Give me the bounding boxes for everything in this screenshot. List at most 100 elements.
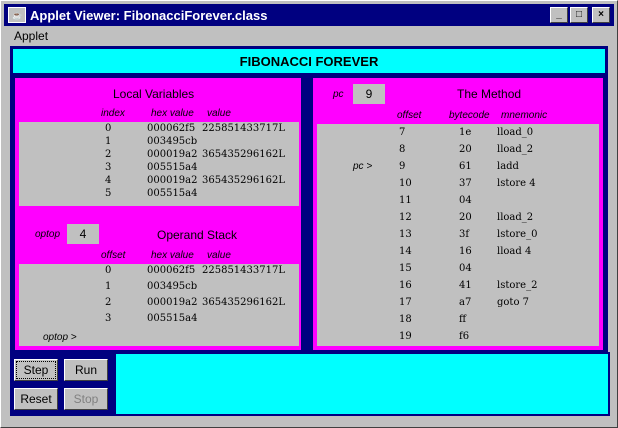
method-bytecode: ff [459, 314, 467, 325]
method-offset: 15 [399, 263, 412, 274]
stop-button[interactable]: Stop [64, 388, 108, 410]
os-offset: 3 [105, 313, 112, 324]
local-variables-table: 0 000062f5 225851433717L 1 003495cb 2 000019a2… [19, 122, 299, 206]
lv-value: 225851433717L [202, 123, 285, 134]
method-mnemonic: lstore_0 [497, 229, 538, 240]
button-area: Step Run Reset Stop [10, 354, 110, 414]
method-row: 17 a7 goto 7 [317, 294, 599, 311]
method-row: 18 ff [317, 311, 599, 328]
method-mnemonic: lload_0 [497, 127, 534, 138]
close-button[interactable]: × [592, 7, 610, 23]
os-hex: 000062f5 [147, 265, 196, 276]
os-row: 0 000062f5 225851433717L [19, 264, 299, 280]
java-applet-icon[interactable]: ☕ [8, 7, 26, 23]
method-bytecode: a7 [459, 297, 472, 308]
os-row: 3 005515a4 [19, 312, 299, 328]
os-header-offset: offset [101, 250, 126, 261]
method-offset: 17 [399, 297, 412, 308]
os-value: 365435296162L [202, 297, 285, 308]
method-mnemonic: lload_2 [497, 144, 534, 155]
os-value: 225851433717L [202, 265, 285, 276]
method-mnemonic: goto 7 [497, 297, 530, 308]
lv-hex: 005515a4 [147, 162, 198, 173]
lv-hex: 000062f5 [147, 123, 196, 134]
panel-divider [304, 78, 310, 350]
method-bytecode: f6 [459, 331, 470, 342]
lv-row: 2 000019a2 365435296162L [19, 148, 299, 161]
method-row: 14 16 lload 4 [317, 243, 599, 260]
method-header-mnemonic: mnemonic [501, 110, 548, 121]
method-panel: pc 9 The Method offset bytecode mnemonic… [313, 78, 603, 350]
method-mnemonic: ladd [497, 161, 519, 172]
method-row: 12 20 lload_2 [317, 209, 599, 226]
method-offset: 11 [399, 195, 412, 206]
os-row: 1 003495cb [19, 280, 299, 296]
lv-index: 4 [105, 175, 112, 186]
method-row: 8 20 lload_2 [317, 141, 599, 158]
method-offset: 8 [399, 144, 406, 155]
method-row: 11 04 [317, 192, 599, 209]
method-mnemonic: lload_2 [497, 212, 534, 223]
method-bytecode: 37 [459, 178, 472, 189]
method-mnemonic: lstore 4 [497, 178, 536, 189]
lv-index: 5 [105, 188, 112, 199]
left-panel: Local Variables index hex value value 00… [15, 78, 301, 350]
method-row: 19 f6 [317, 328, 599, 345]
optop-label: optop [35, 229, 61, 240]
method-offset: 10 [399, 178, 412, 189]
lv-row: 1 003495cb [19, 135, 299, 148]
lv-hex: 003495cb [147, 136, 198, 147]
method-row: 10 37 lstore 4 [317, 175, 599, 192]
pc-pointer: pc > [353, 161, 373, 172]
lv-value: 365435296162L [202, 149, 285, 160]
lv-hex: 000019a2 [147, 175, 198, 186]
method-bytecode: 1e [459, 127, 472, 138]
pc-value: 9 [353, 84, 385, 104]
minimize-button[interactable]: _ [550, 7, 568, 23]
method-bytecode: 61 [459, 161, 472, 172]
method-offset: 19 [399, 331, 412, 342]
method-offset: 7 [399, 127, 406, 138]
lv-row: 4 000019a2 365435296162L [19, 174, 299, 187]
os-hex: 003495cb [147, 281, 198, 292]
maximize-button[interactable]: □ [570, 7, 588, 23]
operand-stack-title: Operand Stack [157, 228, 238, 242]
method-mnemonic: lload 4 [497, 246, 532, 257]
os-offset: 2 [105, 297, 112, 308]
method-header-offset: offset [397, 110, 422, 121]
title-bar[interactable]: ☕ Applet Viewer: FibonacciForever.class … [4, 4, 614, 26]
banner-title: FIBONACCI FOREVER [13, 49, 605, 73]
method-row: 16 41 lstore_2 [317, 277, 599, 294]
pc-label: pc [333, 89, 344, 100]
method-row: 13 3f lstore_0 [317, 226, 599, 243]
method-row: 15 04 [317, 260, 599, 277]
lv-index: 1 [105, 136, 112, 147]
window-controls: _ □ × [550, 7, 610, 23]
optop-pointer: optop > [43, 332, 77, 343]
method-bytecode: 20 [459, 144, 472, 155]
method-header-bytecode: bytecode [449, 110, 490, 121]
os-hex: 000019a2 [147, 297, 198, 308]
lv-row: 0 000062f5 225851433717L [19, 122, 299, 135]
method-row: 7 1e lload_0 [317, 124, 599, 141]
method-table: 7 1e lload_0 8 20 lload_2 pc >9 61 ladd 10 37 lstor… [317, 124, 599, 346]
method-bytecode: 04 [459, 195, 472, 206]
os-header-value: value [207, 250, 231, 261]
method-bytecode: 41 [459, 280, 472, 291]
step-button[interactable]: Step [14, 359, 58, 381]
menu-applet[interactable]: Applet [4, 29, 58, 43]
method-offset: 9 [399, 161, 406, 172]
reset-button[interactable]: Reset [14, 388, 58, 410]
os-offset: 1 [105, 281, 112, 292]
method-offset: 14 [399, 246, 412, 257]
method-bytecode: 04 [459, 263, 472, 274]
lv-header-index: index [101, 108, 125, 119]
method-row: pc > 9 61 ladd [317, 158, 599, 175]
method-offset: 12 [399, 212, 412, 223]
lv-header-value: value [207, 108, 231, 119]
method-offset: 13 [399, 229, 412, 240]
method-offset: 18 [399, 314, 412, 325]
run-button[interactable]: Run [64, 359, 108, 381]
lv-hex: 005515a4 [147, 188, 198, 199]
optop-value: 4 [67, 224, 99, 244]
